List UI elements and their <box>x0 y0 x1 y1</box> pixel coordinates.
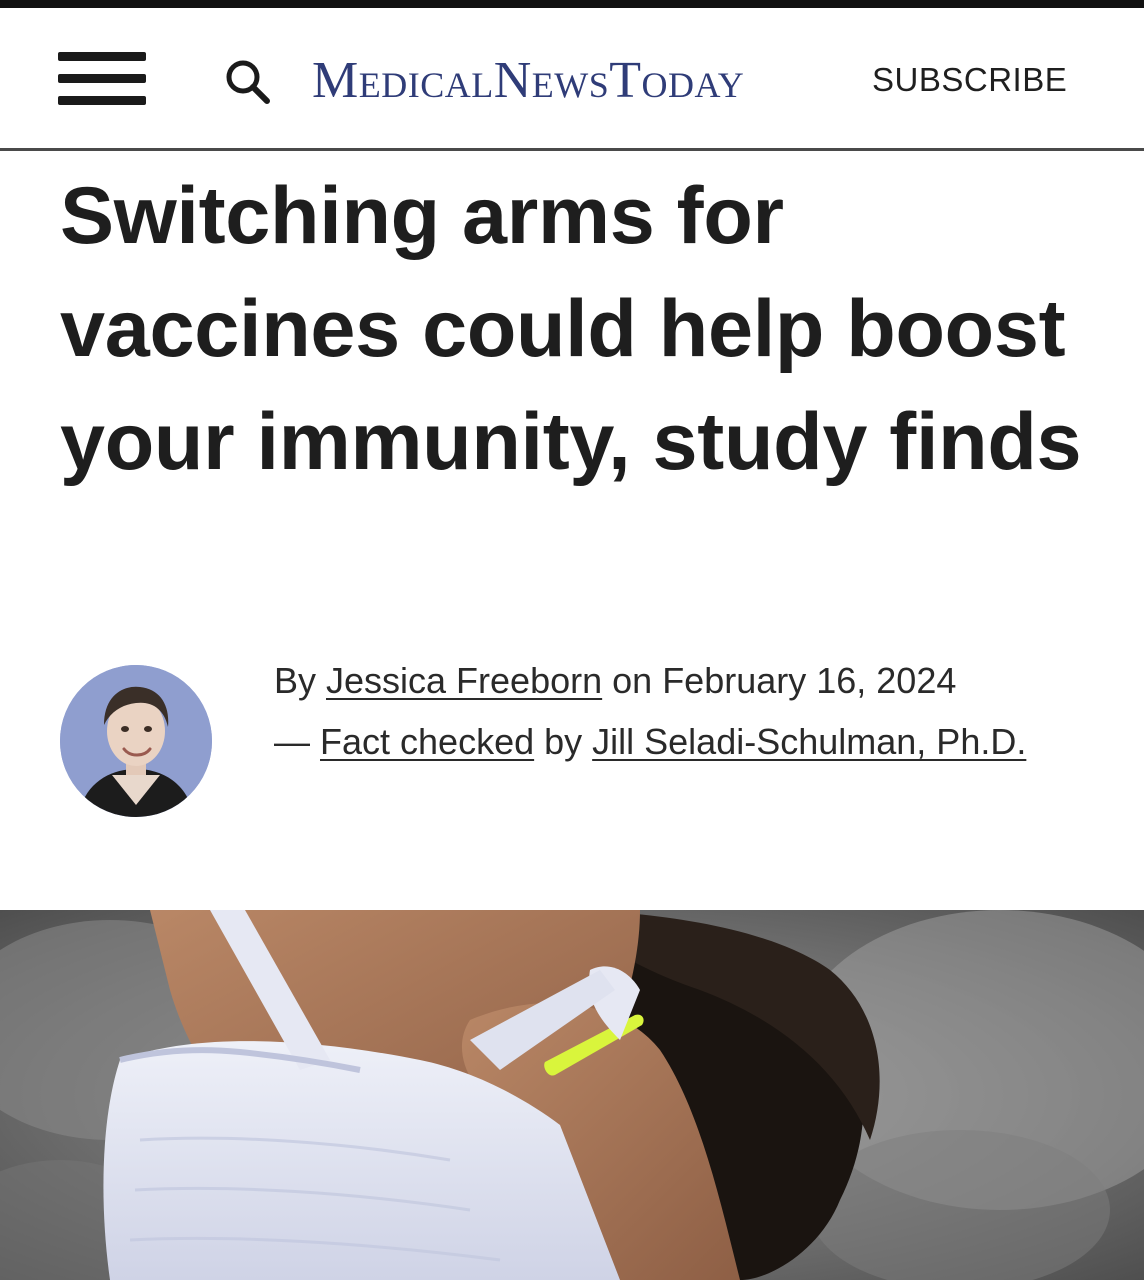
site-logo[interactable]: MedicalNewsToday <box>312 48 832 114</box>
byline-date-prefix: on <box>602 660 663 701</box>
header-divider <box>0 148 1144 151</box>
author-link[interactable]: Jessica Freeborn <box>326 660 602 701</box>
search-icon[interactable] <box>222 56 274 108</box>
menu-bar <box>58 52 146 61</box>
byline-by-mid: by <box>534 721 593 762</box>
byline-by-prefix: By <box>274 660 327 701</box>
top-strip <box>0 0 1144 8</box>
article-headline: Switching arms for vaccines could help b… <box>60 171 1082 487</box>
menu-bar <box>58 96 146 105</box>
subscribe-button[interactable]: SUBSCRIBE <box>872 52 1067 108</box>
author-avatar[interactable] <box>60 665 212 817</box>
menu-bar <box>58 74 146 83</box>
byline-dash: — <box>274 721 321 762</box>
fact-checker-link[interactable]: Jill Seladi-Schulman, Ph.D. <box>592 721 1026 762</box>
fact-checked-link[interactable]: Fact checked <box>320 721 534 762</box>
article-byline: By Jessica Freeborn on February 16, 2024… <box>274 650 1114 772</box>
site-header: MedicalNewsToday SUBSCRIBE <box>0 8 1144 148</box>
hero-image <box>0 910 1144 1280</box>
publish-date: February 16, 2024 <box>662 660 957 701</box>
hamburger-menu-icon[interactable] <box>58 48 146 108</box>
